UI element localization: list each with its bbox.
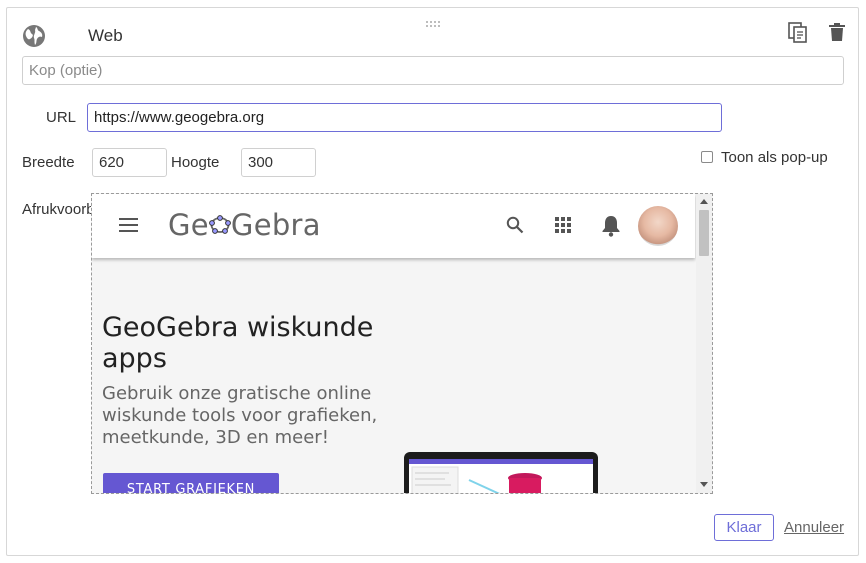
- geogebra-header: Ge Gebra: [92, 194, 695, 258]
- web-preview-frame[interactable]: Ge Gebra GeoGebra wiskunde apps Gebruik …: [91, 193, 713, 494]
- width-label: Breedte: [22, 154, 75, 171]
- done-button[interactable]: Klaar: [714, 514, 774, 541]
- start-graphing-button[interactable]: START GRAFIEKEN: [103, 473, 279, 493]
- height-input[interactable]: [241, 148, 316, 177]
- height-label: Hoogte: [171, 154, 220, 171]
- copy-icon[interactable]: [788, 22, 808, 44]
- scroll-thumb[interactable]: [699, 210, 709, 256]
- geogebra-logo[interactable]: Ge Gebra: [168, 208, 321, 242]
- drag-handle[interactable]: [426, 21, 440, 29]
- element-type-title: Web: [88, 26, 123, 45]
- preview-label: Afrukvoorb: [22, 201, 95, 218]
- trash-icon[interactable]: [829, 22, 845, 42]
- preview-scrollbar[interactable]: [696, 194, 712, 493]
- url-label: URL: [46, 109, 77, 126]
- popup-label: Toon als pop-up: [721, 149, 828, 166]
- caption-input[interactable]: [22, 56, 844, 85]
- menu-icon[interactable]: [119, 218, 138, 232]
- cancel-link[interactable]: Annuleer: [784, 519, 844, 536]
- avatar[interactable]: [638, 206, 678, 246]
- logo-text-end: Gebra: [230, 208, 321, 242]
- geogebra-ellipse-icon: [209, 215, 231, 234]
- bell-icon[interactable]: [601, 215, 621, 237]
- graphing-app-preview: [411, 466, 542, 493]
- apps-grid-icon[interactable]: [555, 217, 571, 233]
- popup-checkbox[interactable]: [701, 151, 713, 163]
- hero-subtitle: Gebruik onze gratische online wiskunde t…: [102, 383, 378, 448]
- scroll-up-icon[interactable]: [700, 199, 708, 204]
- globe-icon: [23, 25, 45, 47]
- hero-title: GeoGebra wiskunde apps: [102, 312, 374, 374]
- laptop-illustration: [404, 452, 598, 493]
- scroll-down-icon[interactable]: [700, 482, 708, 487]
- search-icon[interactable]: [506, 216, 524, 234]
- laptop-screen: [409, 459, 593, 493]
- logo-text-start: Ge: [168, 208, 209, 242]
- url-input[interactable]: [87, 103, 722, 132]
- width-input[interactable]: [92, 148, 167, 177]
